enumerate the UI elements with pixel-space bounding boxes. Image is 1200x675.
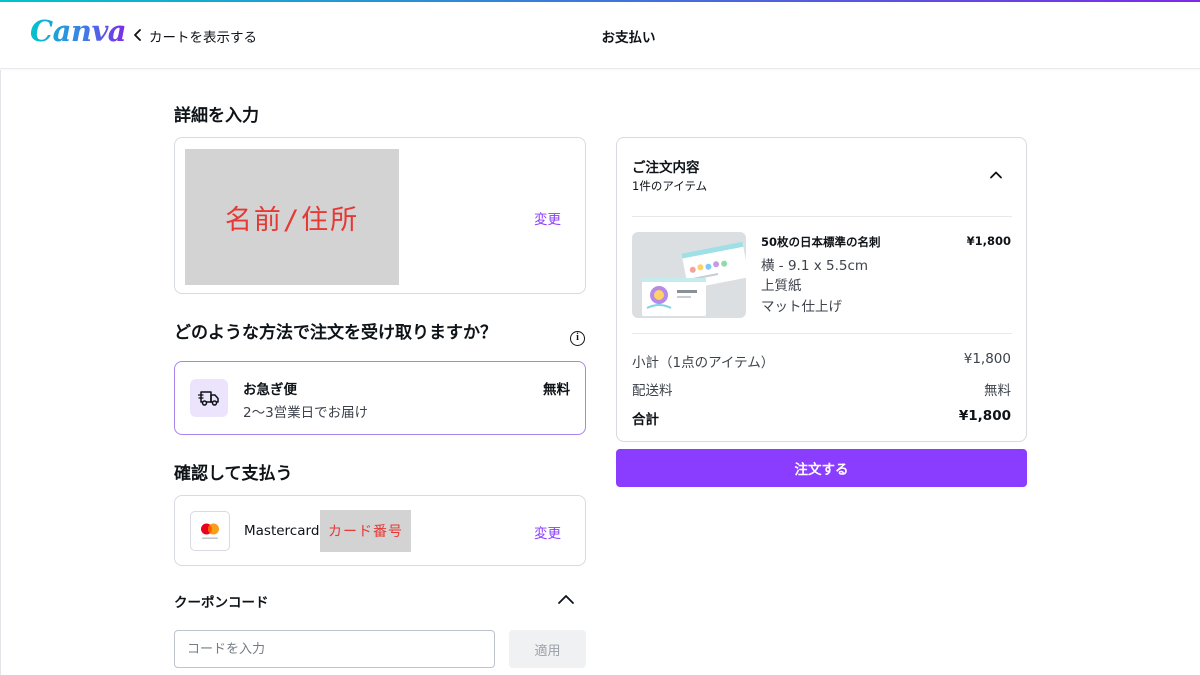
change-payment-link[interactable]: 変更 (534, 522, 561, 542)
divider (632, 216, 1012, 217)
subtotal-label: 小計（1点のアイテム） (632, 355, 775, 371)
total-value: ¥1,800 (958, 408, 1011, 424)
place-order-button[interactable]: 注文する (616, 449, 1027, 487)
shipping-method-detail: 2〜3営業日でお届け (243, 405, 369, 421)
redacted-name-address: 名前/住所 (185, 149, 399, 285)
change-address-link[interactable]: 変更 (534, 208, 561, 228)
apply-coupon-button[interactable]: 適用 (509, 630, 586, 668)
order-item-name: 50枚の日本標準の名刺 (761, 235, 881, 249)
order-item-price: ¥1,800 (966, 234, 1011, 248)
shipping-price: 無料 (543, 382, 570, 398)
total-label: 合計 (632, 412, 659, 428)
order-summary-title: ご注文内容 (632, 160, 700, 176)
business-card-thumbnail[interactable] (632, 232, 746, 318)
redacted-card-number: カード番号 (320, 510, 411, 552)
info-icon[interactable]: i (570, 331, 585, 346)
address-card: 名前/住所 変更 (174, 137, 586, 294)
order-item-count: 1件のアイテム (632, 179, 708, 193)
shipping-fee-value: 無料 (984, 383, 1011, 399)
shipping-fee-label: 配送料 (632, 383, 673, 399)
shipping-method-name: お急ぎ便 (243, 382, 297, 398)
chevron-up-icon[interactable] (988, 166, 1004, 179)
truck-icon (190, 379, 228, 417)
order-item-option-size: 横 - 9.1 x 5.5cm (761, 258, 869, 274)
divider (632, 333, 1012, 334)
chevron-up-icon[interactable] (557, 592, 575, 606)
mastercard-icon (190, 511, 230, 551)
order-summary-card: ご注文内容 1件のアイテム 50枚の日本標準の名刺 ¥1,800 横 - 9.1… (616, 137, 1027, 442)
details-heading: 詳細を入力 (174, 106, 259, 126)
shipping-heading: どのような方法で注文を受け取りますか？ (174, 323, 497, 343)
order-item-option-finish: マット仕上げ (761, 299, 842, 315)
top-header: Canva カートを表示する お支払い (0, 2, 1200, 69)
coupon-heading: クーポンコード (174, 595, 269, 611)
payment-card: Mastercard カード番号 変更 (174, 495, 586, 566)
left-edge-divider (0, 70, 1, 675)
payment-heading: 確認して支払う (174, 464, 293, 484)
shipping-option-express[interactable]: お急ぎ便 2〜3営業日でお届け 無料 (174, 361, 586, 435)
order-item-option-paper: 上質紙 (761, 278, 802, 294)
page-title: お支払い (601, 30, 656, 46)
subtotal-value: ¥1,800 (963, 351, 1011, 367)
card-brand-label: Mastercard (244, 523, 320, 539)
coupon-code-input[interactable] (174, 630, 495, 668)
